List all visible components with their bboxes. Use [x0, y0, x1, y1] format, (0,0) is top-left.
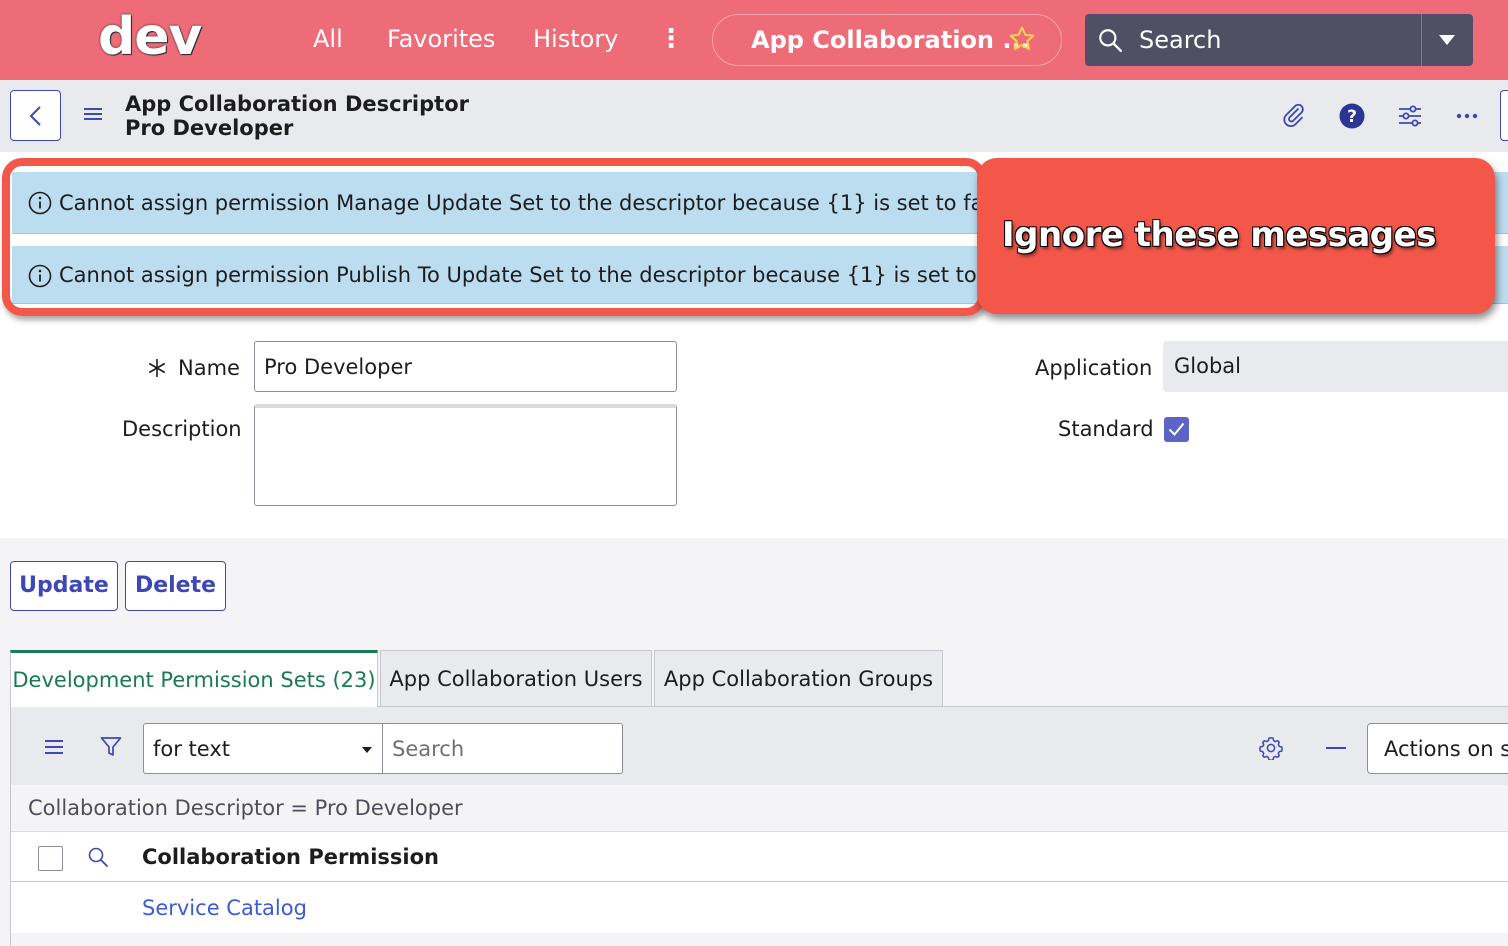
checkmark-icon: [1168, 422, 1185, 436]
standard-label: Standard: [1058, 417, 1154, 441]
update-button[interactable]: Update: [10, 561, 118, 611]
search-input[interactable]: Search: [1139, 25, 1221, 55]
column-header-collaboration-permission[interactable]: Collaboration Permission: [142, 843, 439, 871]
tab-development-permission-sets[interactable]: Development Permission Sets (23): [10, 650, 378, 708]
help-icon[interactable]: ?: [1338, 102, 1366, 130]
list-menu-icon[interactable]: [42, 735, 66, 759]
gear-icon[interactable]: [1259, 736, 1283, 760]
actions-label: Actions on selected rows...: [1384, 737, 1508, 761]
application-label: Application: [1035, 356, 1153, 380]
table-row: Service Catalog: [11, 883, 1508, 933]
chevron-down-icon[interactable]: [1438, 33, 1456, 47]
menu-icon[interactable]: [82, 104, 104, 124]
collapse-minus-icon[interactable]: [1324, 736, 1348, 760]
star-icon[interactable]: [1007, 24, 1037, 54]
tab-app-collaboration-users[interactable]: App Collaboration Users: [380, 650, 652, 707]
search-field-value: for text: [153, 737, 230, 761]
annotation-text: Ignore these messages: [1002, 215, 1436, 255]
delete-button[interactable]: Delete: [125, 561, 226, 611]
divider: [1421, 14, 1422, 66]
paperclip-icon[interactable]: [1280, 102, 1308, 130]
app-scope-label: App Collaboration ...: [751, 26, 1030, 54]
description-label: Description: [122, 417, 242, 441]
search-icon[interactable]: [87, 846, 109, 868]
nav-favorites[interactable]: Favorites: [387, 24, 495, 54]
name-label: Name: [178, 356, 240, 380]
nav-history[interactable]: History: [533, 24, 618, 54]
breadcrumb-condition[interactable]: Collaboration Descriptor = Pro Developer: [28, 794, 463, 822]
global-search[interactable]: Search: [1085, 14, 1473, 66]
required-asterisk-icon: [148, 359, 166, 377]
table-row: [11, 933, 1508, 946]
annotation-highlight-frame: [2, 158, 986, 316]
name-value: Pro Developer: [264, 355, 412, 379]
related-list-panel: for text Search Actions on selected rows…: [10, 707, 1508, 946]
filter-icon[interactable]: [99, 735, 123, 759]
vertical-dots-icon[interactable]: ⋮: [658, 22, 684, 56]
chevron-down-icon: [362, 747, 372, 753]
name-field[interactable]: Pro Developer: [254, 341, 677, 392]
nav-all[interactable]: All: [313, 24, 343, 54]
list-search-input[interactable]: Search: [383, 723, 623, 774]
tab-app-collaboration-groups[interactable]: App Collaboration Groups: [654, 650, 943, 707]
top-navigation-bar: dev All Favorites History ⋮ App Collabor…: [0, 0, 1508, 80]
svg-text:?: ?: [1347, 107, 1357, 127]
search-field-select[interactable]: for text: [143, 723, 383, 774]
breadcrumb: Collaboration Descriptor = Pro Developer: [11, 785, 1508, 832]
form-subtitle: Pro Developer: [125, 116, 294, 140]
back-button[interactable]: [10, 90, 61, 141]
more-options-icon[interactable]: [1454, 102, 1482, 130]
list-search-placeholder: Search: [392, 737, 465, 761]
application-field: Global: [1163, 341, 1508, 392]
submit-button-edge[interactable]: [1500, 90, 1508, 141]
form-title: App Collaboration Descriptor: [125, 92, 469, 116]
application-value: Global: [1174, 354, 1241, 378]
instance-logo[interactable]: dev: [98, 6, 202, 68]
annotation-callout: Ignore these messages: [977, 158, 1495, 314]
list-toolbar: for text Search Actions on selected rows…: [11, 707, 1508, 785]
chevron-left-icon: [29, 106, 41, 126]
app-scope-pill[interactable]: App Collaboration ...: [712, 14, 1062, 66]
description-field[interactable]: [254, 404, 677, 506]
form-header: App Collaboration Descriptor Pro Develop…: [0, 80, 1508, 152]
table-header: Collaboration Permission: [11, 832, 1508, 882]
actions-on-selected-rows-select[interactable]: Actions on selected rows...: [1367, 723, 1508, 774]
standard-checkbox[interactable]: [1164, 417, 1189, 442]
settings-sliders-icon[interactable]: [1396, 102, 1424, 130]
select-all-checkbox[interactable]: [38, 846, 63, 871]
search-icon: [1099, 29, 1123, 53]
record-link[interactable]: Service Catalog: [142, 894, 307, 922]
